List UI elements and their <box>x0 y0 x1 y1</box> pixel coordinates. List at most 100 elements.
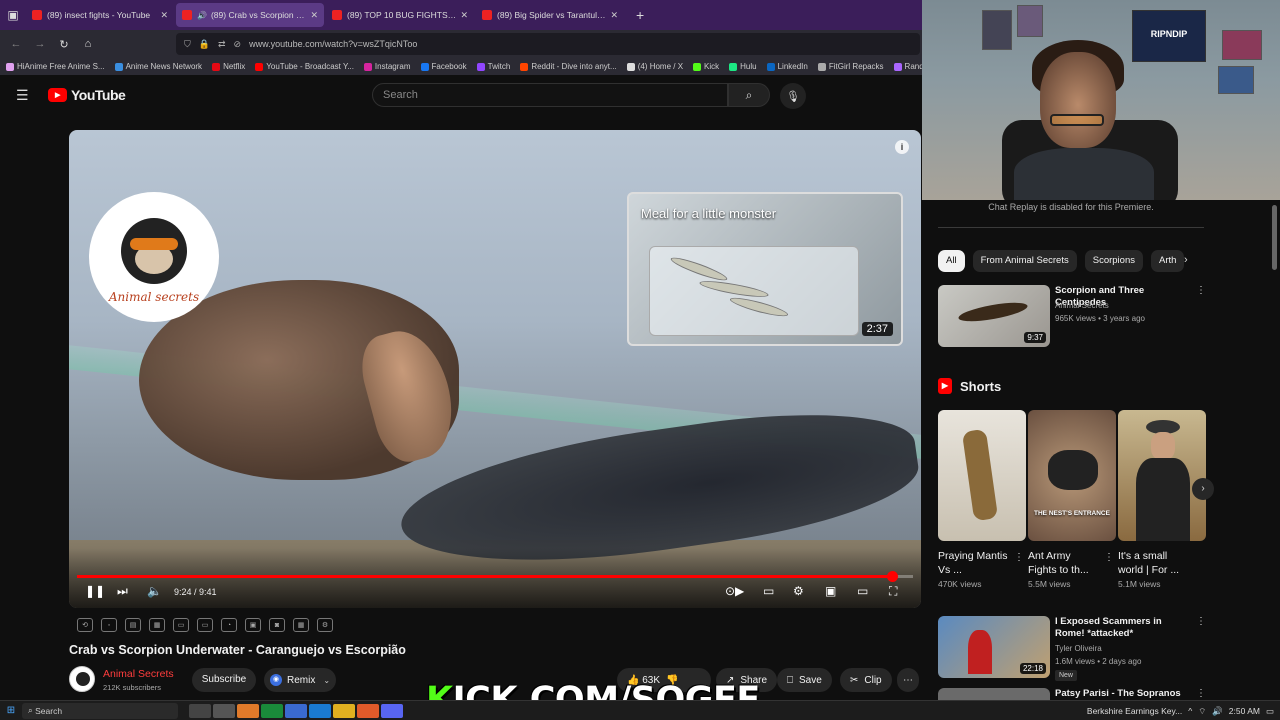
audio-mode-icon[interactable]: ◦ <box>101 618 117 632</box>
search-input[interactable]: Search <box>372 83 728 107</box>
new-tab-button[interactable]: + <box>636 7 644 23</box>
permissions-icon[interactable]: ⇄ <box>218 39 226 50</box>
bookmark-item[interactable]: (4) Home / X <box>626 62 683 71</box>
bookmark-item[interactable]: Twitch <box>476 62 510 71</box>
camera-sharing-icon[interactable]: ⊘ <box>234 39 242 50</box>
notification-icon[interactable]: ▭ <box>1266 706 1274 717</box>
bookmark-item[interactable]: Instagram <box>363 62 411 71</box>
bookmark-item[interactable]: Netflix <box>212 62 245 71</box>
reload-icon[interactable]: ↻ <box>52 38 76 51</box>
search-button[interactable]: ⌕ <box>728 83 770 107</box>
loop-icon[interactable]: ⟲ <box>77 618 93 632</box>
excel-icon[interactable] <box>261 703 283 718</box>
bookmark-item[interactable]: Hulu <box>729 62 757 71</box>
bookmark-item[interactable]: Rand <box>893 62 922 71</box>
forward-icon[interactable]: → <box>28 38 52 50</box>
news-widget[interactable]: Berkshire Earnings Key... <box>1087 706 1182 716</box>
video-player[interactable]: Animal secrets i Meal for a little monst… <box>69 130 921 608</box>
speaker-icon[interactable]: 🔊 <box>197 11 207 20</box>
end-screen-video-card[interactable]: Meal for a little monster 2:37 <box>627 192 903 346</box>
recommended-video[interactable]: Patsy Parisi - The Sopranos ⋮ <box>938 688 1206 700</box>
video-thumbnail[interactable]: 9:37 <box>938 285 1050 347</box>
fullscreen-icon[interactable]: ⛶ <box>889 584 897 599</box>
more-vert-icon[interactable]: ⋮ <box>1196 688 1206 699</box>
taskbar-search[interactable]: ⌕ Search <box>22 702 178 719</box>
browser-tab-2-active[interactable]: 🔊 (89) Crab vs Scorpion Underwater ✕ <box>176 3 324 27</box>
theater-mode-icon[interactable]: ▭ <box>857 584 868 598</box>
chevron-right-icon[interactable]: › <box>1184 254 1188 266</box>
extension-settings-gear-icon[interactable]: ⚙ <box>317 618 333 632</box>
scrollbar[interactable] <box>1272 205 1277 270</box>
speed-icon[interactable]: ◔ <box>221 618 237 632</box>
shorts-next-button[interactable]: › <box>1192 478 1214 500</box>
short-thumbnail[interactable] <box>1118 410 1206 541</box>
menu-icon[interactable]: ☰ <box>16 87 29 104</box>
camera-icon[interactable]: ◙ <box>269 618 285 632</box>
channel-watermark[interactable]: Animal secrets <box>89 192 219 322</box>
more-vert-icon[interactable]: ⋮ <box>1104 552 1114 563</box>
volume-icon[interactable]: 🔊 <box>1212 706 1223 717</box>
network-icon[interactable]: ⌔ <box>1198 706 1206 717</box>
next-icon[interactable]: ⏭ <box>117 584 128 599</box>
pause-icon[interactable]: ❚❚ <box>85 584 105 598</box>
calendar-icon[interactable]: ▦ <box>149 618 165 632</box>
more-actions-button[interactable]: ⋯ <box>897 668 919 692</box>
chevron-up-icon[interactable]: ^ <box>1188 706 1192 716</box>
bookmark-item[interactable]: YouTube - Broadcast Y... <box>255 62 354 71</box>
close-tab-icon[interactable]: ✕ <box>160 10 168 21</box>
short-video[interactable]: It's a small world | For ... 5.1M views <box>1118 410 1206 589</box>
screenshot-icon[interactable]: ▤ <box>125 618 141 632</box>
discord-icon[interactable] <box>381 703 403 718</box>
address-bar[interactable]: ⛉ 🔒 ⇄ ⊘ www.youtube.com/watch?v=wsZTqicN… <box>176 33 920 55</box>
browser-tab-1[interactable]: (89) insect fights - YouTube ✕ <box>26 3 174 27</box>
subscribe-button[interactable]: Subscribe <box>192 668 256 692</box>
file-explorer-icon[interactable] <box>333 703 355 718</box>
more-vert-icon[interactable]: ⋮ <box>1196 616 1206 627</box>
miniplayer-icon[interactable]: ▣ <box>825 584 836 598</box>
pip-icon[interactable]: ▣ <box>245 618 261 632</box>
subtitles-icon[interactable]: ▭ <box>763 584 774 598</box>
chip-scorpions[interactable]: Scorpions <box>1084 250 1143 272</box>
settings-gear-icon[interactable]: ⚙ <box>793 584 804 598</box>
clock[interactable]: 2:50 AM <box>1229 706 1260 716</box>
remix-button[interactable]: ◉ Remix ⌄ <box>264 668 336 692</box>
progress-bar[interactable] <box>77 571 913 582</box>
youtube-logo[interactable]: ▶ YouTube <box>48 87 126 103</box>
short-video[interactable]: THE NEST'S ENTRANCE Ant Army Fights to t… <box>1028 410 1116 589</box>
channel-avatar[interactable] <box>69 666 95 692</box>
task-view-icon[interactable] <box>213 703 235 718</box>
shield-icon[interactable]: ⛉ <box>184 39 191 50</box>
chip-all[interactable]: All <box>938 250 965 272</box>
close-tab-icon[interactable]: ✕ <box>460 10 468 21</box>
recommended-video[interactable]: 9:37 Scorpion and Three Centipedes Anima… <box>938 285 1206 347</box>
close-tab-icon[interactable]: ✕ <box>610 10 618 21</box>
short-video[interactable]: Praying Mantis Vs ... 470K views ⋮ <box>938 410 1026 589</box>
volume-icon[interactable]: 🔈 <box>147 584 162 598</box>
info-icon[interactable]: i <box>895 140 909 154</box>
chip-from-animal-secrets[interactable]: From Animal Secrets <box>972 250 1077 272</box>
close-tab-icon[interactable]: ✕ <box>310 10 318 21</box>
mini-player-icon[interactable]: ▭ <box>173 618 189 632</box>
layout-icon[interactable]: ▭ <box>197 618 213 632</box>
bookmark-item[interactable]: Reddit - Dive into anyt... <box>520 62 617 71</box>
app-icon[interactable] <box>285 703 307 718</box>
autoplay-toggle[interactable]: ⊙▶ <box>725 584 744 598</box>
browser-tab-4[interactable]: (89) Big Spider vs Tarantula Spider ✕ <box>476 3 624 27</box>
clip-button[interactable]: ✂ Clip <box>840 668 892 692</box>
short-thumbnail[interactable] <box>938 410 1026 541</box>
bookmark-item[interactable]: Facebook <box>420 62 467 71</box>
video-thumbnail[interactable]: 22:18 <box>938 616 1050 678</box>
recommended-video[interactable]: 22:18 I Exposed Scammers in Rome! *attac… <box>938 616 1206 681</box>
lock-icon[interactable]: 🔒 <box>199 39 210 50</box>
save-button[interactable]: ⎕ Save <box>777 668 832 692</box>
home-icon[interactable]: ⌂ <box>76 38 100 50</box>
bookmark-item[interactable]: HiAnime Free Anime S... <box>6 62 105 71</box>
bookmark-item[interactable]: Kick <box>693 62 719 71</box>
url-text[interactable]: www.youtube.com/watch?v=wsZTqicNToo <box>249 39 417 49</box>
bookmark-item[interactable]: Anime News Network <box>114 62 202 71</box>
firefox-icon[interactable] <box>237 703 259 718</box>
browser-icon[interactable] <box>357 703 379 718</box>
more-vert-icon[interactable]: ⋮ <box>1014 552 1024 563</box>
tab-list-icon[interactable]: ▣ <box>0 0 26 30</box>
cortana-icon[interactable] <box>189 703 211 718</box>
